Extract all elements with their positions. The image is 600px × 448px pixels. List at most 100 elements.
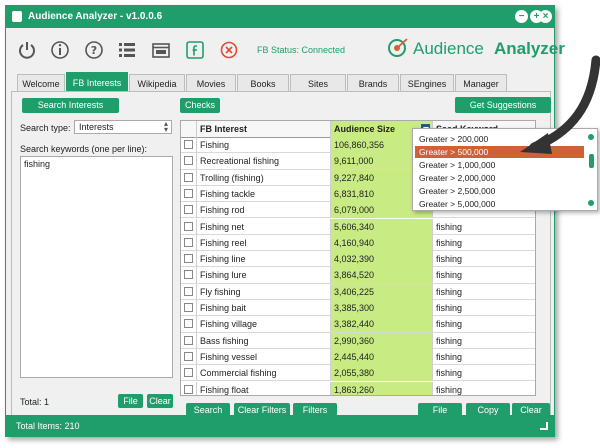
table-row[interactable]: Fishing lure 3,864,520 fishing (181, 267, 535, 284)
search-type-value: Interests (79, 122, 114, 132)
row-checkbox[interactable] (181, 365, 197, 382)
table-row[interactable]: Fishing line 4,032,390 fishing (181, 251, 535, 268)
interest-cell: Fishing reel (197, 234, 331, 251)
audience-size-cell: 2,055,380 (331, 365, 433, 382)
tab-fb-interests[interactable]: FB Interests (66, 72, 128, 92)
checkbox[interactable] (184, 384, 193, 394)
interest-cell: Fly fishing (197, 283, 331, 300)
resize-grip-icon[interactable] (540, 422, 548, 430)
dropdown-option[interactable]: Greater > 2,500,000 (415, 185, 584, 197)
tab-wikipedia[interactable]: Wikipedia (129, 74, 185, 92)
table-row[interactable]: Commercial fishing 2,055,380 fishing (181, 365, 535, 382)
window-title: Audience Analyzer - v1.0.0.6 (28, 11, 163, 22)
row-checkbox[interactable] (181, 316, 197, 333)
checkbox[interactable] (184, 254, 193, 264)
window-icon[interactable] (151, 40, 171, 60)
checkbox[interactable] (184, 172, 193, 182)
search-interests-button[interactable]: Search Interests (22, 98, 119, 113)
row-checkbox[interactable] (181, 153, 197, 170)
scroll-down-icon[interactable] (588, 200, 594, 206)
checkbox[interactable] (184, 351, 193, 361)
keywords-label: Search keywords (one per line): (20, 144, 148, 154)
row-checkbox[interactable] (181, 251, 197, 268)
interest-cell: Fishing vessel (197, 348, 331, 365)
status-bar: Total Items: 210 (6, 415, 554, 436)
row-checkbox[interactable] (181, 381, 197, 395)
tab-movies[interactable]: Movies (186, 74, 236, 92)
audience-size-cell: 3,385,300 (331, 300, 433, 316)
seed-keyword-cell: fishing (433, 251, 535, 267)
table-row[interactable]: Fishing vessel 2,445,440 fishing (181, 348, 535, 366)
row-checkbox[interactable] (181, 185, 197, 202)
checkbox[interactable] (184, 188, 193, 198)
row-checkbox[interactable] (181, 137, 197, 153)
dropdown-option[interactable]: Greater > 5,000,000 (415, 198, 584, 210)
tab-sengines[interactable]: SEngines (400, 74, 454, 92)
row-checkbox[interactable] (181, 218, 197, 235)
tab-books[interactable]: Books (237, 74, 289, 92)
row-checkbox[interactable] (181, 332, 197, 349)
table-row[interactable]: Bass fishing 2,990,360 fishing (181, 332, 535, 349)
search-type-select[interactable]: Interests ▴ ▾ (74, 120, 172, 134)
row-checkbox[interactable] (181, 283, 197, 300)
audience-size-cell: 4,032,390 (331, 251, 433, 268)
interest-cell: Recreational fishing (197, 153, 331, 170)
total-items: Total Items: 210 (16, 421, 80, 431)
file-button[interactable]: File (118, 394, 143, 408)
row-checkbox[interactable] (181, 169, 197, 186)
audience-size-cell: 5,606,340 (331, 218, 433, 235)
checks-button[interactable]: Checks (180, 98, 220, 113)
interest-cell: Fishing village (197, 316, 331, 333)
row-checkbox[interactable] (181, 348, 197, 365)
checkbox[interactable] (184, 303, 193, 312)
checkbox[interactable] (184, 221, 193, 231)
col-fb-interest[interactable]: FB Interest (197, 121, 331, 137)
app-icon (12, 11, 22, 22)
row-checkbox[interactable] (181, 300, 197, 316)
keywords-textarea[interactable]: fishing (20, 156, 173, 378)
seed-keyword-cell: fishing (433, 316, 535, 332)
seed-keyword-cell: fishing (433, 300, 535, 316)
checkbox[interactable] (184, 205, 193, 215)
total-label: Total: 1 (20, 397, 50, 407)
checkbox[interactable] (184, 237, 193, 247)
close-circle-icon[interactable] (219, 40, 239, 60)
checkbox[interactable] (184, 140, 193, 149)
row-checkbox[interactable] (181, 234, 197, 251)
audience-size-cell: 2,990,360 (331, 332, 433, 349)
interest-cell: Fishing tackle (197, 185, 331, 202)
spinner-icon: ▴ ▾ (163, 119, 168, 134)
facebook-icon[interactable] (185, 40, 205, 60)
row-checkbox[interactable] (181, 202, 197, 219)
close-window-icon[interactable]: × (539, 10, 552, 23)
table-row[interactable]: Fishing float 1,863,260 fishing (181, 381, 535, 395)
tab-sites[interactable]: Sites (290, 74, 346, 92)
logo-word-audience: Audience (413, 39, 484, 58)
checkbox[interactable] (184, 335, 193, 345)
interest-cell: Fishing rod (197, 202, 331, 219)
power-icon[interactable] (17, 40, 37, 60)
table-row[interactable]: Fishing net 5,606,340 fishing (181, 218, 535, 235)
app-window: Audience Analyzer - v1.0.0.6 − + × ? FB … (5, 5, 565, 437)
checkbox[interactable] (184, 286, 193, 296)
table-row[interactable]: Fly fishing 3,406,225 fishing (181, 283, 535, 300)
list-icon[interactable] (117, 40, 137, 60)
table-row[interactable]: Fishing village 3,382,440 fishing (181, 316, 535, 333)
table-row[interactable]: Fishing bait 3,385,300 fishing (181, 300, 535, 317)
row-checkbox[interactable] (181, 267, 197, 284)
checkbox[interactable] (184, 156, 193, 166)
tab-welcome[interactable]: Welcome (17, 74, 65, 92)
checkbox-header[interactable] (181, 121, 197, 137)
title-bar: Audience Analyzer - v1.0.0.6 − + (6, 6, 554, 28)
dropdown-option[interactable]: Greater > 2,000,000 (415, 172, 584, 184)
minimize-icon[interactable]: − (515, 10, 528, 23)
checkbox[interactable] (184, 270, 193, 280)
checkbox[interactable] (184, 368, 193, 378)
table-row[interactable]: Fishing reel 4,160,940 fishing (181, 234, 535, 252)
checkbox[interactable] (184, 319, 193, 329)
clear-button[interactable]: Clear (147, 394, 173, 408)
dropdown-option[interactable]: Greater > 1,000,000 (415, 159, 584, 171)
help-icon[interactable]: ? (84, 40, 104, 60)
tab-brands[interactable]: Brands (347, 74, 399, 92)
info-icon[interactable] (50, 40, 70, 60)
